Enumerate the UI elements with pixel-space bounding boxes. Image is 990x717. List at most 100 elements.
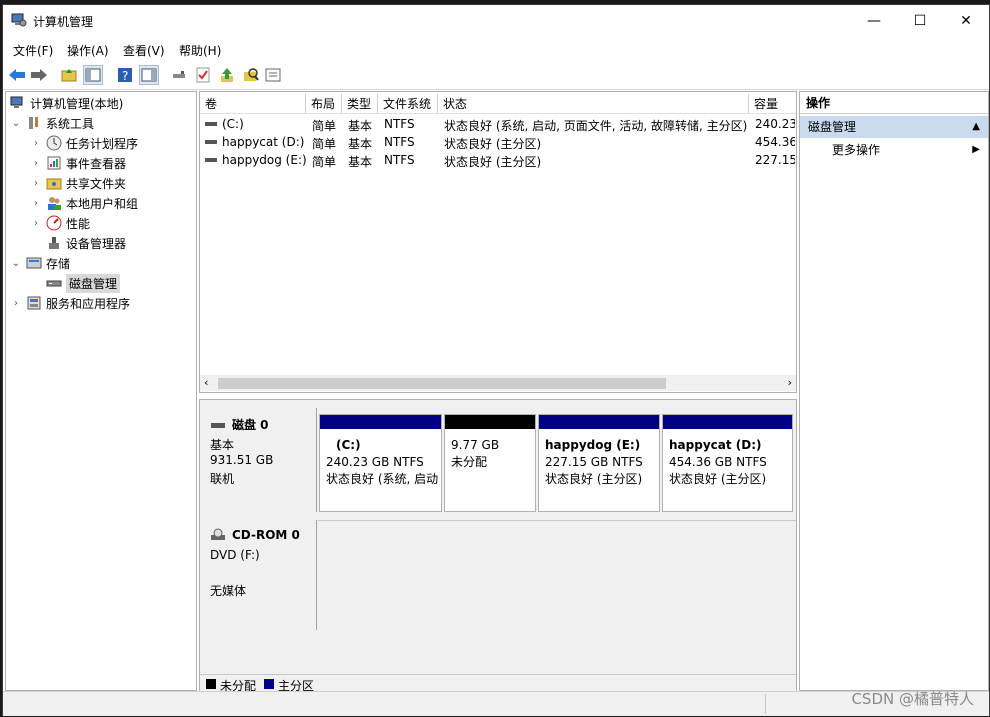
tree-item-system-tools[interactable]: ⌄ 系统工具: [10, 114, 94, 132]
tree-item-event-viewer[interactable]: › 事件查看器: [30, 154, 126, 172]
properties-button[interactable]: [263, 65, 283, 85]
minimize-button[interactable]: —: [851, 5, 897, 36]
maximize-button[interactable]: ☐: [897, 5, 943, 36]
expand-chevron-icon[interactable]: ›: [10, 298, 22, 309]
cell-status: 状态良好 (主分区): [444, 155, 542, 169]
cdrom-icon: [211, 528, 225, 540]
forward-button[interactable]: [29, 65, 49, 85]
cell-type: 基本: [348, 119, 373, 133]
table-row[interactable]: happycat (D:) 简单 基本 NTFS 状态良好 (主分区) 454.…: [200, 134, 796, 152]
forward-arrow-icon: [31, 69, 47, 81]
tree-item-shared-folders[interactable]: › 共享文件夹: [30, 174, 126, 192]
cdrom-drive: DVD (F:): [210, 548, 260, 562]
tree-item-performance[interactable]: › 性能: [30, 214, 90, 232]
key-icon: [173, 71, 185, 78]
menu-action[interactable]: 操作(A): [67, 42, 109, 59]
volume-list: 卷 布局 类型 文件系统 状态 容量 (C:) 简单 基本 NTFS 状态良好 …: [199, 91, 797, 393]
help-button[interactable]: ?: [115, 65, 135, 85]
cell-layout: 简单: [312, 155, 337, 169]
cdrom-empty-area: [318, 520, 796, 631]
shared-folder-icon: [46, 175, 62, 191]
partition-size: 454.36 GB NTFS: [669, 455, 767, 469]
checklist-button[interactable]: [193, 65, 213, 85]
horizontal-scrollbar[interactable]: ‹ ›: [200, 375, 796, 391]
menu-view[interactable]: 查看(V): [123, 42, 165, 59]
tree-item-root[interactable]: 计算机管理(本地): [10, 94, 123, 112]
tools-icon: [26, 115, 42, 131]
partition-unallocated[interactable]: 9.77 GB 未分配: [444, 414, 536, 512]
tree-item-device-manager[interactable]: 设备管理器: [46, 234, 126, 252]
table-row[interactable]: happydog (E:) 简单 基本 NTFS 状态良好 (主分区) 227.…: [200, 152, 796, 170]
tree-item-task-scheduler[interactable]: › 任务计划程序: [30, 134, 138, 152]
tree-item-storage[interactable]: ⌄ 存储: [10, 254, 70, 272]
cdrom-name: CD-ROM 0: [232, 528, 300, 542]
computer-management-window: 计算机管理 — ☐ ✕ 文件(F) 操作(A) 查看(V) 帮助(H) ? 计算…: [2, 4, 990, 716]
tree-item-disk-management[interactable]: 磁盘管理: [46, 273, 121, 293]
scroll-left-icon[interactable]: ‹: [204, 376, 208, 389]
scroll-right-icon[interactable]: ›: [788, 376, 792, 389]
expand-chevron-icon[interactable]: ›: [30, 178, 42, 189]
scrollbar-thumb[interactable]: [218, 378, 666, 389]
column-header-layout[interactable]: 布局: [306, 94, 342, 114]
tree-item-services[interactable]: › 服务和应用程序: [10, 294, 130, 312]
cell-status: 状态良好 (系统, 启动, 页面文件, 活动, 故障转储, 主分区): [444, 119, 747, 133]
menu-help[interactable]: 帮助(H): [179, 42, 221, 59]
partition-name: happycat (D:): [669, 438, 762, 452]
column-header-status[interactable]: 状态: [438, 94, 749, 114]
collapse-triangle-icon[interactable]: ▲: [972, 116, 980, 138]
tree-label: 共享文件夹: [66, 176, 127, 191]
minimize-icon: —: [867, 12, 881, 29]
status-divider: [765, 694, 766, 714]
disk-0-label[interactable]: 磁盘 0 基本 931.51 GB 联机: [200, 408, 317, 512]
cell-status: 状态良好 (主分区): [444, 137, 542, 151]
partition-status: 状态良好 (主分区): [545, 472, 643, 486]
action-pane-icon: [141, 68, 157, 82]
collapse-chevron-icon[interactable]: ⌄: [10, 118, 22, 129]
storage-icon: [26, 255, 42, 271]
upload-button[interactable]: [217, 65, 237, 85]
column-header-type[interactable]: 类型: [342, 94, 378, 114]
column-header-capacity[interactable]: 容量: [749, 94, 796, 114]
column-header-filesystem[interactable]: 文件系统: [378, 94, 438, 114]
menu-bar: 文件(F) 操作(A) 查看(V) 帮助(H): [3, 38, 989, 60]
svg-text:?: ?: [122, 69, 128, 83]
expand-chevron-icon[interactable]: ›: [30, 198, 42, 209]
cell-volume: happydog (E:): [222, 153, 306, 167]
close-button[interactable]: ✕: [943, 5, 989, 36]
collapse-chevron-icon[interactable]: ⌄: [10, 258, 22, 269]
partition-e[interactable]: happydog (E:) 227.15 GB NTFS 状态良好 (主分区): [538, 414, 660, 512]
tree-item-local-users[interactable]: › 本地用户和组: [30, 194, 138, 212]
expand-chevron-icon[interactable]: ›: [30, 158, 42, 169]
device-manager-icon: [46, 235, 62, 251]
drive-icon: [204, 117, 218, 134]
cell-capacity: 454.36: [755, 135, 795, 149]
expand-chevron-icon[interactable]: ›: [30, 218, 42, 229]
column-header-volume[interactable]: 卷: [200, 94, 306, 114]
partition-name: happydog (E:): [545, 438, 641, 452]
tree-label: 设备管理器: [66, 236, 127, 251]
partition-d[interactable]: happycat (D:) 454.36 GB NTFS 状态良好 (主分区): [662, 414, 793, 512]
actions-section-disk-management[interactable]: 磁盘管理 ▲: [800, 116, 988, 138]
cell-filesystem: NTFS: [384, 117, 415, 131]
performance-icon: [46, 215, 62, 231]
event-viewer-icon: [46, 155, 62, 171]
search-button[interactable]: [241, 65, 261, 85]
show-hide-tree-button[interactable]: [83, 65, 103, 85]
menu-file[interactable]: 文件(F): [13, 42, 53, 59]
more-actions-item[interactable]: 更多操作 ▶: [800, 140, 988, 160]
expand-chevron-icon[interactable]: ›: [30, 138, 42, 149]
table-row[interactable]: (C:) 简单 基本 NTFS 状态良好 (系统, 启动, 页面文件, 活动, …: [200, 116, 796, 134]
cell-type: 基本: [348, 155, 373, 169]
cdrom-0-label[interactable]: CD-ROM 0 DVD (F:) 无媒体: [200, 520, 317, 630]
partition-c[interactable]: (C:) 240.23 GB NTFS 状态良好 (系统, 启动: [319, 414, 442, 512]
tree-label: 系统工具: [46, 116, 95, 131]
cell-layout: 简单: [312, 119, 337, 133]
show-action-pane-button[interactable]: [139, 65, 159, 85]
status-bar: [3, 691, 989, 716]
back-button[interactable]: [7, 65, 27, 85]
partition-color-bar: [663, 415, 792, 429]
tree-label: 本地用户和组: [66, 196, 139, 211]
tree-label: 存储: [46, 256, 71, 271]
up-folder-button[interactable]: [59, 65, 79, 85]
connect-drive-button[interactable]: [169, 65, 189, 85]
